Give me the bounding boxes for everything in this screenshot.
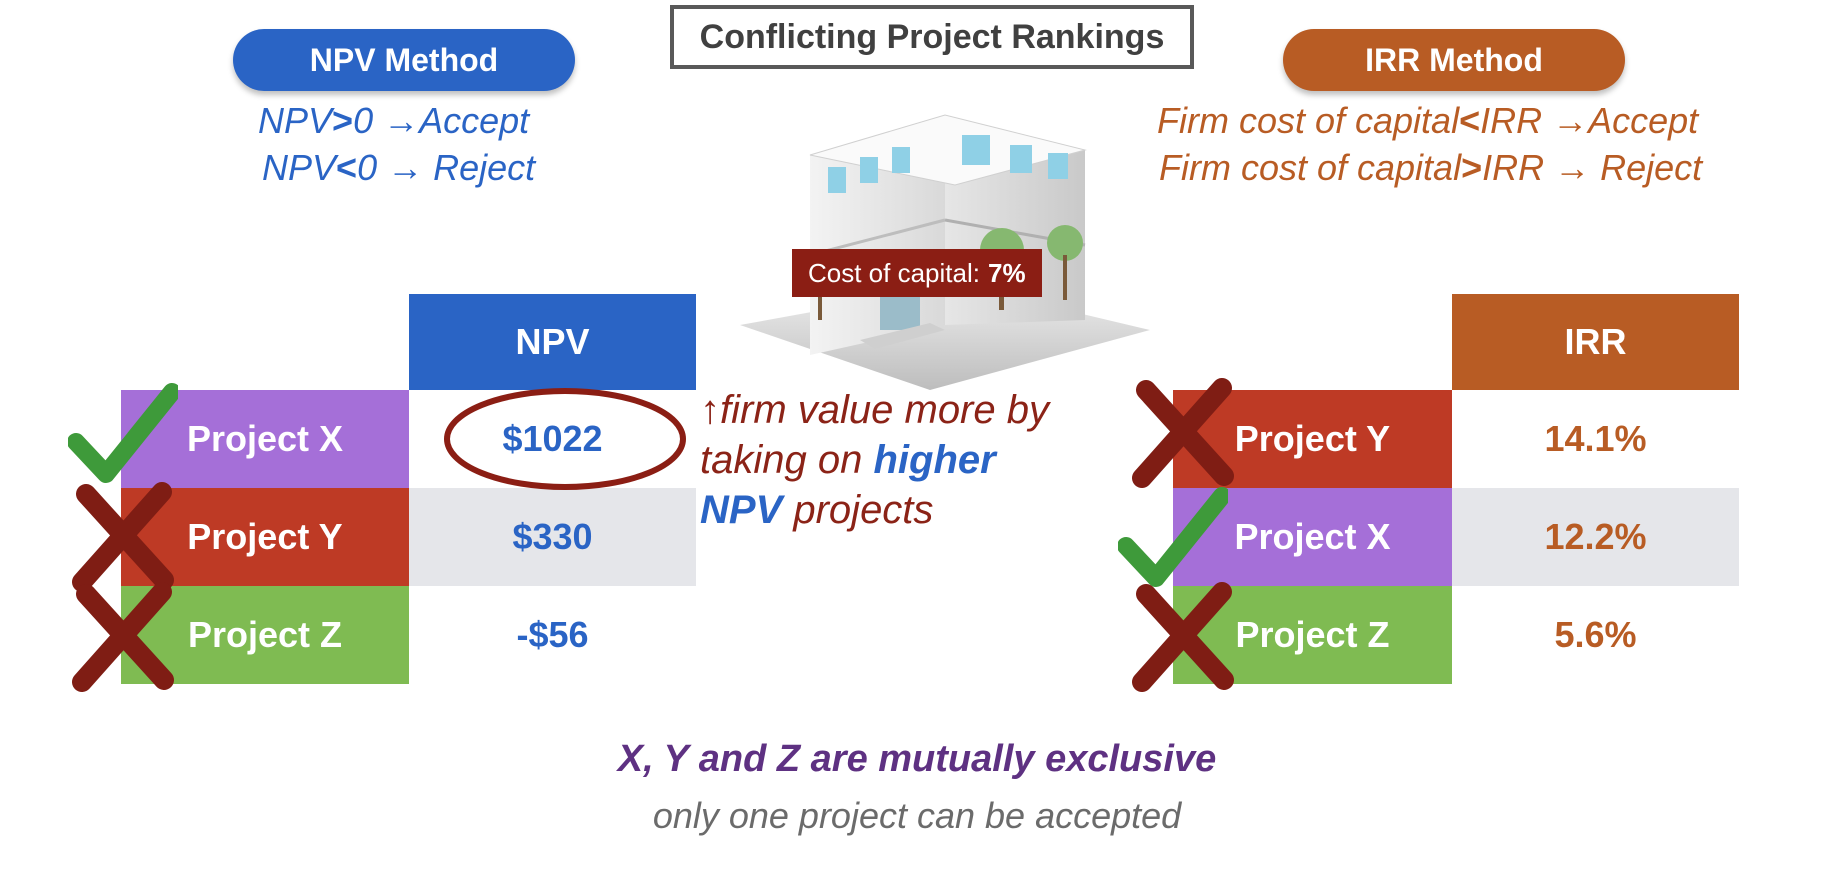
cross-icon [72, 582, 174, 692]
npv-table-header: NPV [409, 294, 696, 390]
irr-reject-rule: Firm cost of capital>IRR → Reject [1159, 147, 1703, 188]
page-title: Conflicting Project Rankings [670, 5, 1194, 69]
cross-icon [72, 482, 174, 592]
cost-of-capital-label: Cost of capital: 7% [792, 249, 1042, 297]
npv-method-pill: NPV Method [233, 29, 575, 91]
check-icon [1118, 487, 1228, 587]
irr-row-2-value: 12.2% [1452, 488, 1739, 586]
one-project-note: only one project can be accepted [652, 795, 1182, 836]
mutually-exclusive-note: X, Y and Z are mutually exclusive [617, 738, 1217, 780]
firm-value-note: ↑firm value more by taking on higher NPV… [700, 388, 1049, 532]
cross-icon [1132, 378, 1234, 488]
npv-reject-rule: NPV<0 → Reject [262, 147, 536, 188]
npv-row-3-value: -$56 [516, 614, 589, 655]
highlight-ellipse [444, 388, 686, 490]
npv-row-2-value: $330 [409, 488, 696, 586]
npv-accept-rule: NPV>0 →Accept [258, 100, 530, 141]
cross-icon [1132, 582, 1234, 692]
irr-method-pill: IRR Method [1283, 29, 1625, 91]
irr-row-3-value: 5.6% [1554, 614, 1637, 655]
irr-row-1-value: 14.1% [1544, 418, 1647, 459]
check-icon [68, 383, 178, 483]
irr-accept-rule: Firm cost of capital<IRR →Accept [1157, 100, 1699, 141]
irr-table-header: IRR [1452, 294, 1739, 390]
